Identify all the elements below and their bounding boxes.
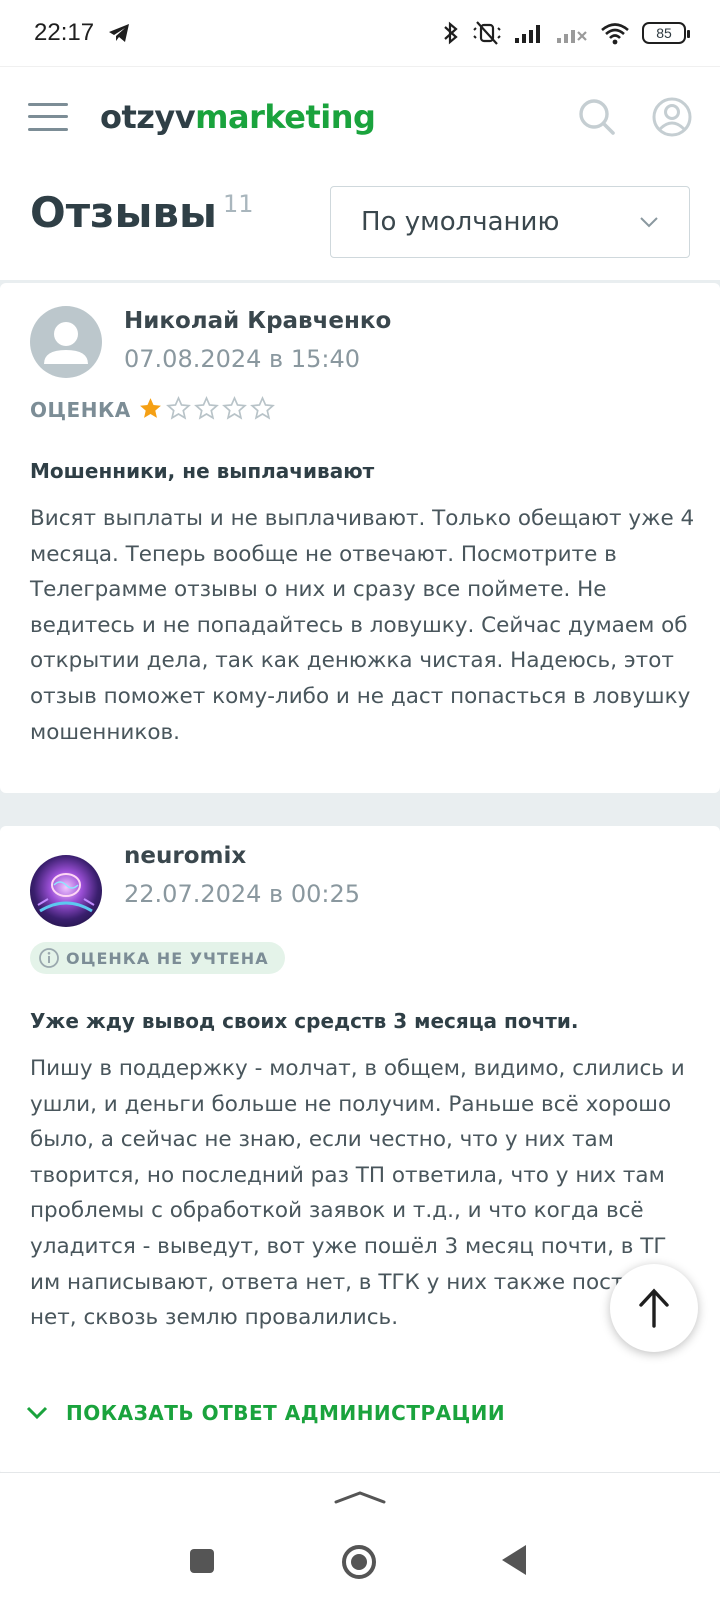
back-button[interactable] (500, 1543, 528, 1577)
status-bar: 22:17 85 (0, 0, 720, 66)
site-logo[interactable]: otzyvmarketing (100, 97, 376, 136)
home-button[interactable] (340, 1543, 378, 1581)
review-author[interactable]: Николай Кравченко (124, 308, 391, 334)
user-account-icon[interactable] (652, 97, 692, 137)
battery-indicator: 85 (642, 22, 690, 44)
brain-artwork-icon (37, 873, 95, 913)
review-card: Николай Кравченко 07.08.2024 в 15:40 ОЦЕ… (0, 283, 720, 793)
sort-selected-value: По умолчанию (361, 207, 560, 237)
bluetooth-icon (444, 21, 458, 45)
battery-level: 85 (656, 25, 672, 41)
chevron-down-icon (26, 1406, 48, 1420)
user-icon (44, 322, 88, 364)
star-empty-icon (222, 396, 247, 420)
mute-icon (473, 21, 501, 45)
user-avatar-image (30, 855, 102, 927)
expand-handle-icon[interactable] (334, 1489, 386, 1505)
reviews-title-row: Отзывы 11 По умолчанию (0, 166, 720, 280)
sort-select[interactable]: По умолчанию (330, 186, 690, 258)
hamburger-menu-icon[interactable] (28, 102, 68, 131)
show-admin-reply-button[interactable]: ПОКАЗАТЬ ОТВЕТ АДМИНИСТРАЦИИ (26, 1401, 505, 1425)
chevron-down-icon (640, 217, 658, 228)
review-text: Висят выплаты и не выплачивают. Только о… (30, 506, 695, 745)
badge-label: ОЦЕНКА НЕ УЧТЕНА (66, 948, 269, 968)
rating-stars (138, 396, 275, 421)
review-date: 22.07.2024 в 00:25 (124, 880, 360, 908)
telegram-icon (109, 24, 130, 42)
star-empty-icon (250, 396, 275, 420)
info-icon (39, 948, 59, 968)
site-header: otzyvmarketing (0, 66, 720, 166)
logo-part-1: otzyv (100, 97, 196, 136)
search-icon[interactable] (578, 98, 616, 136)
status-time: 22:17 (34, 19, 95, 46)
recent-apps-button[interactable] (188, 1547, 216, 1575)
review-title: Уже жду вывод своих средств 3 месяца поч… (30, 1009, 579, 1033)
avatar-placeholder (30, 306, 102, 378)
logo-part-2: marketing (195, 97, 376, 136)
signal-off-icon (557, 30, 587, 43)
admin-toggle-label: ПОКАЗАТЬ ОТВЕТ АДМИНИСТРАЦИИ (66, 1401, 506, 1425)
review-text: Пишу в поддержку - молчат, в общем, види… (30, 1056, 685, 1331)
page-title-text: Отзывы (30, 188, 217, 237)
reviews-count: 11 (223, 190, 254, 218)
review-card: neuromix 22.07.2024 в 00:25 ОЦЕНКА НЕ УЧ… (0, 826, 720, 1476)
status-icons: 85 (442, 20, 690, 46)
signal-icon (515, 25, 540, 43)
page-title: Отзывы 11 (30, 188, 254, 237)
wifi-icon (601, 23, 629, 45)
star-empty-icon (166, 396, 191, 420)
rating-label: ОЦЕНКА (30, 398, 131, 422)
review-title: Мошенники, не выплачивают (30, 459, 375, 483)
rating-not-counted-badge: ОЦЕНКА НЕ УЧТЕНА (30, 942, 285, 974)
scroll-to-top-button[interactable] (610, 1264, 698, 1352)
star-empty-icon (194, 396, 219, 420)
star-filled-icon (140, 398, 161, 418)
system-nav-bar (0, 1472, 720, 1600)
review-author[interactable]: neuromix (124, 843, 246, 869)
arrow-up-icon (639, 1288, 669, 1328)
review-date: 07.08.2024 в 15:40 (124, 345, 360, 373)
